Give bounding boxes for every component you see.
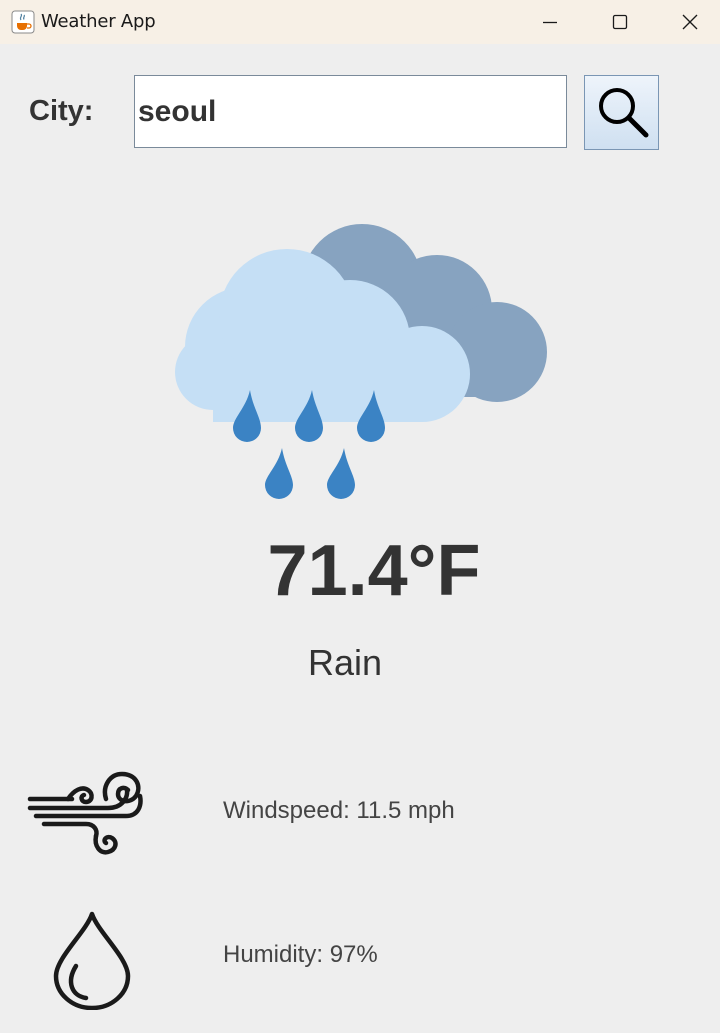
wind-icon: [27, 771, 143, 855]
temperature-value: 71.4°F: [267, 531, 481, 611]
city-search-input[interactable]: [134, 75, 567, 148]
rain-cloud-icon: [175, 224, 547, 499]
city-label: City:: [29, 95, 94, 127]
humidity-text: Humidity: 97%: [223, 941, 378, 968]
close-icon: [682, 14, 698, 30]
search-button[interactable]: [584, 75, 659, 150]
water-drop-icon: [53, 911, 131, 1010]
title-bar[interactable]: Weather App: [0, 0, 720, 44]
close-button[interactable]: [655, 0, 720, 44]
java-cup-icon: [11, 10, 35, 34]
minimize-button[interactable]: [515, 0, 585, 44]
maximize-icon: [612, 14, 628, 30]
weather-condition: Rain: [307, 642, 383, 683]
minimize-icon: [543, 21, 557, 24]
search-icon: [599, 88, 649, 138]
maximize-button[interactable]: [585, 0, 655, 44]
weather-app-window: Weather App City: seoul 71.4°F Rain Wind…: [0, 0, 720, 1033]
window-title: Weather App: [41, 11, 156, 32]
windspeed-text: Windspeed: 11.5 mph: [223, 797, 455, 824]
